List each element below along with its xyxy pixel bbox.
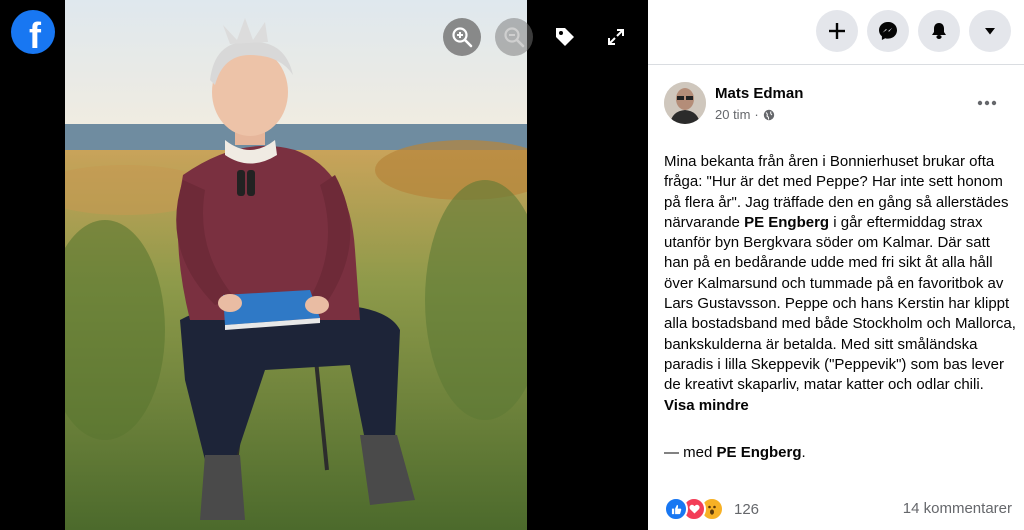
see-less-link[interactable]: Visa mindre [664, 397, 749, 414]
with-suffix: . [801, 444, 806, 461]
post-time[interactable]: 20 tim [715, 107, 750, 122]
tag-icon [556, 28, 574, 46]
like-reaction-icon [664, 497, 688, 521]
meta-separator: · [754, 107, 759, 122]
post-text: Mina bekanta från åren i Bonnierhuset br… [664, 152, 1016, 416]
post-header: Mats Edman 20 tim · [664, 82, 1014, 126]
messenger-icon [879, 22, 897, 40]
with-tag-line: — med PE Engberg. [664, 444, 806, 461]
facebook-logo-letter: f [29, 15, 41, 56]
expand-icon [608, 29, 624, 45]
fullscreen-button[interactable] [597, 18, 635, 56]
plus-icon [829, 23, 845, 39]
globe-icon[interactable] [763, 109, 775, 121]
post-photo[interactable] [65, 0, 527, 530]
reaction-count: 126 [734, 500, 760, 518]
post-panel: Mats Edman 20 tim · Mina bekanta från år… [648, 0, 1024, 530]
bell-icon [932, 23, 946, 39]
zoom-out-icon [504, 27, 525, 48]
tagged-person-link[interactable]: PE Engberg [744, 214, 829, 231]
zoom-in-button[interactable] [443, 18, 481, 56]
with-prefix: — med [664, 444, 717, 461]
post-text-part2: i går eftermiddag strax utanför byn Berg… [664, 213, 1016, 394]
zoom-out-button[interactable] [495, 18, 533, 56]
tag-photo-button[interactable] [546, 18, 584, 56]
post-options-button[interactable] [972, 88, 1002, 118]
account-menu-button[interactable] [969, 10, 1011, 52]
facebook-logo[interactable]: f [11, 10, 55, 56]
author-name[interactable]: Mats Edman [715, 85, 803, 102]
top-bar [648, 0, 1024, 65]
create-button[interactable] [816, 10, 858, 52]
post-meta: 20 tim · [715, 107, 775, 122]
author-avatar[interactable] [664, 82, 706, 124]
more-icon [977, 100, 997, 106]
comments-count-link[interactable]: 14 kommentarer [903, 500, 1012, 517]
with-person-link[interactable]: PE Engberg [717, 444, 802, 461]
reaction-icons [664, 497, 724, 521]
caret-down-icon [985, 28, 995, 35]
reactions-summary[interactable]: 126 [664, 497, 759, 521]
notifications-button[interactable] [918, 10, 960, 52]
photo-viewer: f [0, 0, 648, 530]
zoom-in-icon [452, 27, 473, 48]
messenger-button[interactable] [867, 10, 909, 52]
